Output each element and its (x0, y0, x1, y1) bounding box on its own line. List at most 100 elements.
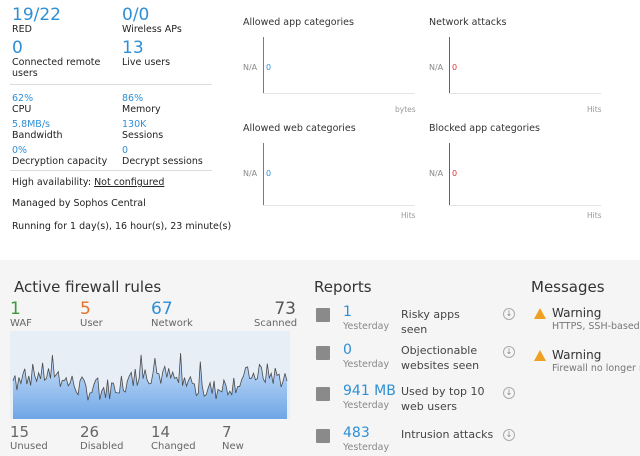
mini-chart-axis (263, 143, 264, 205)
decryption-capacity-stat[interactable]: 0% Decryption capacity (12, 145, 107, 167)
mini-chart-value: 0 (452, 169, 458, 178)
report-icon (316, 308, 330, 322)
mini-chart-axis (449, 143, 450, 205)
mini-chart-na: N/A (243, 169, 258, 178)
report-value: 483 (343, 425, 370, 441)
mini-chart-unit: Hits (587, 211, 602, 220)
changed-value: 14 (151, 423, 171, 441)
mini-chart-baseline (263, 205, 415, 206)
decsess-value: 0 (122, 145, 129, 156)
firewall-network[interactable]: 67 Network (151, 300, 193, 329)
firewall-activity-graph (10, 331, 290, 419)
message-title: Warning (552, 348, 602, 362)
sessions-stat[interactable]: 130K Sessions (122, 119, 163, 141)
user-label: User (80, 318, 103, 329)
waf-label: WAF (10, 318, 32, 329)
remote-label: Connected remote users (12, 57, 101, 79)
new-value: 7 (222, 423, 232, 441)
report-value: 941 MB (343, 383, 396, 399)
wireless-total: /0 (132, 5, 150, 25)
mini-chart-title: Blocked app categories (429, 123, 540, 134)
red-label: RED (12, 24, 32, 35)
high-availability: High availability: Not configured (12, 177, 164, 188)
messages-title: Messages (531, 278, 605, 296)
user-value: 5 (80, 299, 91, 319)
firewall-title: Active firewall rules (14, 278, 162, 296)
message-item[interactable]: Warning HTTPS, SSH-based r (534, 306, 640, 336)
report-text: Intrusion attacks (401, 428, 494, 441)
red-total: /22 (33, 5, 61, 25)
sessions-value: 130K (122, 119, 147, 130)
mini-chart-unit: Hits (587, 105, 602, 114)
bottom-panel: Active firewall rules 1 WAF 5 User 67 Ne… (0, 260, 640, 456)
download-icon[interactable]: ↓ (503, 308, 515, 320)
firewall-new[interactable]: 7 New (222, 423, 244, 452)
memory-stat[interactable]: 86% Memory (122, 93, 161, 115)
download-icon[interactable]: ↓ (503, 429, 515, 441)
mini-chart-value: 0 (266, 169, 272, 178)
download-icon[interactable]: ↓ (503, 346, 515, 358)
report-text: Objectionable websites seen (401, 344, 480, 372)
report-item-top-web-users[interactable]: 941 MB Yesterday Used by top 10 web user… (314, 383, 520, 417)
message-item[interactable]: Warning Firewall no longer re (534, 348, 640, 378)
sessions-label: Sessions (122, 130, 164, 141)
disabled-label: Disabled (80, 441, 124, 452)
unused-value: 15 (10, 423, 30, 441)
report-item-intrusion[interactable]: 483 Yesterday Intrusion attacks ↓ (314, 425, 520, 455)
mini-chart-na: N/A (243, 63, 258, 72)
cpu-stat[interactable]: 62% CPU (12, 93, 33, 115)
wireless-stat[interactable]: 0/0 Wireless APs (122, 5, 182, 35)
warning-icon (534, 350, 546, 361)
report-value: 0 (343, 342, 352, 358)
reports-title: Reports (314, 278, 372, 296)
message-sub: Firewall no longer re (552, 363, 640, 374)
report-icon (316, 346, 330, 360)
disabled-value: 26 (80, 423, 100, 441)
report-item-objectionable[interactable]: 0 Yesterday Objectionable websites seen … (314, 342, 520, 376)
report-value: 1 (343, 304, 352, 320)
mini-chart-baseline (263, 93, 415, 94)
network-label: Network (151, 318, 193, 329)
firewall-waf[interactable]: 1 WAF (10, 300, 32, 329)
live-users-stat[interactable]: 13 Live users (122, 39, 170, 68)
report-icon (316, 387, 330, 401)
warning-icon (534, 308, 546, 319)
changed-label: Changed (151, 441, 196, 452)
firewall-changed[interactable]: 14 Changed (151, 423, 196, 452)
divider (10, 84, 212, 85)
report-text: Risky apps seen (401, 308, 460, 336)
decrypt-sessions-stat[interactable]: 0 Decrypt sessions (122, 145, 203, 167)
mini-chart-allowed-web[interactable]: Allowed web categories N/A 0 Hits (243, 123, 423, 223)
report-sub: Yesterday (343, 442, 390, 453)
network-value: 67 (151, 299, 173, 319)
report-sub: Yesterday (343, 400, 390, 411)
bandwidth-value: 5.8MB/s (12, 119, 50, 130)
ha-link[interactable]: Not configured (94, 177, 164, 188)
red-stat[interactable]: 19/22 RED (12, 5, 61, 35)
report-item-risky-apps[interactable]: 1 Yesterday Risky apps seen ↓ (314, 304, 520, 336)
message-sub: HTTPS, SSH-based r (552, 321, 640, 332)
firewall-unused[interactable]: 15 Unused (10, 423, 48, 452)
mini-chart-title: Network attacks (429, 17, 507, 28)
new-label: New (222, 441, 244, 452)
mini-chart-axis (263, 37, 264, 93)
mini-chart-blocked-app[interactable]: Blocked app categories N/A 0 Hits (429, 123, 609, 223)
mini-chart-value: 0 (452, 63, 458, 72)
mini-chart-network-attacks[interactable]: Network attacks N/A 0 Hits (429, 17, 609, 117)
message-title: Warning (552, 306, 602, 320)
firewall-user[interactable]: 5 User (80, 300, 103, 329)
uptime: Running for 1 day(s), 16 hour(s), 23 min… (12, 221, 232, 232)
bandwidth-stat[interactable]: 5.8MB/s Bandwidth (12, 119, 63, 141)
firewall-disabled[interactable]: 26 Disabled (80, 423, 123, 452)
mini-chart-unit: bytes (395, 105, 416, 114)
divider (10, 170, 212, 171)
mini-chart-baseline (449, 205, 601, 206)
report-icon (316, 429, 330, 443)
wireless-label: Wireless APs (122, 24, 182, 35)
memory-label: Memory (122, 104, 161, 115)
mini-chart-allowed-app[interactable]: Allowed app categories N/A 0 bytes (243, 17, 423, 117)
remote-users-stat[interactable]: 0 Connected remote users (12, 39, 112, 79)
download-icon[interactable]: ↓ (503, 387, 515, 399)
firewall-scanned[interactable]: 73 Scanned (254, 300, 297, 329)
cpu-value: 62% (12, 93, 34, 104)
